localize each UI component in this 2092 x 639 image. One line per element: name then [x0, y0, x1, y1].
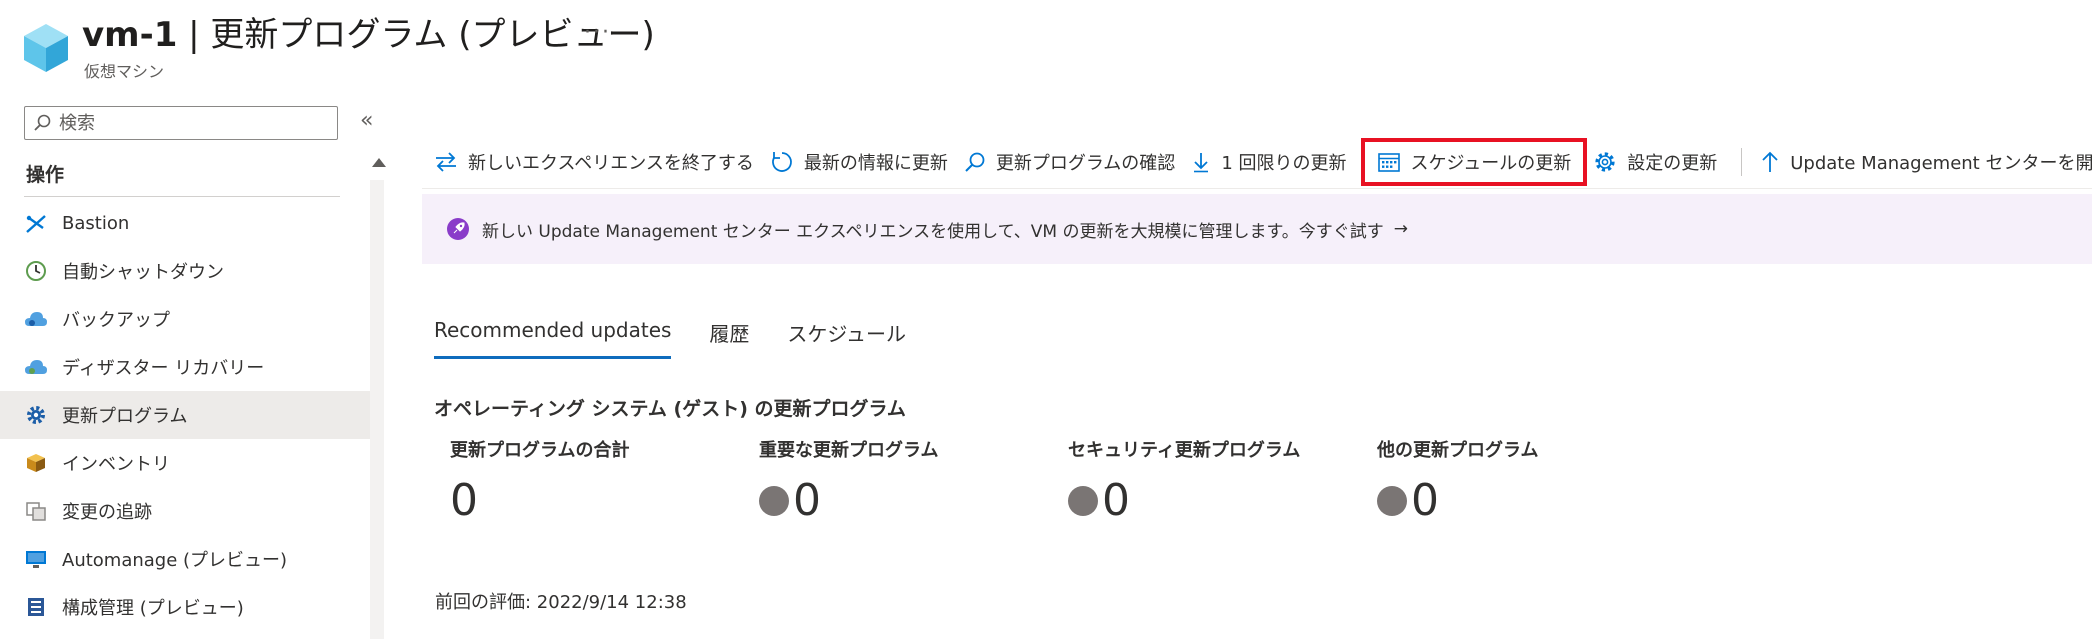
refresh-button[interactable]: 最新の情報に更新 [766, 142, 960, 182]
sidebar-item-label: 自動シャットダウン [62, 262, 224, 283]
one-time-update-button[interactable]: 1 回限りの更新 [1187, 142, 1358, 182]
status-dot-icon [1377, 486, 1407, 516]
metric-value-wrap: 0 [1377, 476, 1538, 526]
tab-schedule[interactable]: スケジュール [787, 318, 906, 359]
metric-total-updates: 更新プログラムの合計 0 [450, 436, 629, 526]
tab-history[interactable]: 履歴 [709, 318, 749, 359]
banner-arrow-icon[interactable]: → [1394, 219, 1408, 239]
last-evaluation-text: 前回の評価: 2022/9/14 12:38 [435, 592, 687, 613]
vm-cube-icon [22, 22, 70, 74]
sidebar-item-label: 更新プログラム [62, 406, 188, 427]
sidebar-item-inventory[interactable]: インベントリ [0, 439, 370, 487]
toolbar-divider-line [422, 188, 2092, 189]
metric-other-updates: 他の更新プログラム 0 [1377, 436, 1538, 526]
sidebar-item-bastion[interactable]: Bastion [0, 199, 370, 247]
metric-value-wrap: 0 [1068, 476, 1300, 526]
metric-value: 0 [1102, 475, 1130, 526]
info-banner: 新しい Update Management センター エクスペリエンスを使用して… [422, 194, 2092, 264]
check-updates-label: 更新プログラムの確認 [995, 153, 1176, 174]
clock-icon [24, 259, 48, 283]
schedule-update-button[interactable]: スケジュールの更新 [1360, 138, 1588, 186]
metric-value-wrap: 0 [759, 476, 938, 526]
bastion-icon [24, 211, 48, 235]
open-update-center-label: Update Management センターを開く [1790, 153, 2092, 174]
vm-name: vm-1 [82, 15, 178, 55]
check-updates-button[interactable]: 更新プログラムの確認 [960, 142, 1187, 182]
disaster-recovery-icon [24, 355, 48, 379]
metric-critical-updates: 重要な更新プログラム 0 [759, 436, 938, 526]
sidebar-item-backup[interactable]: バックアップ [0, 295, 370, 343]
sidebar-item-label: Bastion [62, 212, 130, 234]
banner-text-link[interactable]: 新しい Update Management センター エクスペリエンスを使用して… [482, 217, 1384, 242]
sidebar-search[interactable] [24, 106, 338, 140]
inventory-box-icon [24, 451, 48, 475]
exit-new-experience-button[interactable]: 新しいエクスペリエンスを終了する [430, 142, 766, 182]
status-dot-icon [1068, 486, 1098, 516]
metric-label: セキュリティ更新プログラム [1068, 440, 1301, 461]
sidebar-item-change-tracking[interactable]: 変更の追跡 [0, 487, 370, 535]
schedule-update-label: スケジュールの更新 [1410, 153, 1572, 174]
os-updates-title: オペレーティング システム (ゲスト) の更新プログラム [434, 398, 906, 420]
sidebar-item-disaster-recovery[interactable]: ディザスター リカバリー [0, 343, 370, 391]
switch-arrows-icon [436, 152, 456, 172]
status-dot-icon [759, 486, 789, 516]
sidebar-item-configuration[interactable]: 構成管理 (プレビュー) [0, 583, 370, 631]
metric-value: 0 [1411, 475, 1439, 526]
sidebar-item-auto-shutdown[interactable]: 自動シャットダウン [0, 247, 370, 295]
sidebar-item-label: 変更の追跡 [62, 502, 152, 523]
toolbar-divider [1741, 148, 1743, 176]
sidebar-item-label: 構成管理 (プレビュー) [62, 598, 244, 619]
configuration-list-icon [24, 595, 48, 619]
more-options-button[interactable]: ··· [584, 20, 611, 45]
gear-icon [1595, 152, 1615, 172]
resource-type-subtitle: 仮想マシン [84, 62, 165, 81]
sidebar-item-automanage[interactable]: Automanage (プレビュー) [0, 535, 370, 583]
metric-value: 0 [450, 475, 478, 526]
update-settings-button[interactable]: 設定の更新 [1589, 142, 1729, 182]
tab-recommended-updates[interactable]: Recommended updates [434, 318, 672, 359]
sidebar-section-title: 操作 [26, 164, 65, 186]
search-icon [34, 114, 51, 131]
sidebar-item-label: Automanage (プレビュー) [62, 550, 288, 571]
up-arrow-icon [1762, 151, 1778, 172]
update-settings-label: 設定の更新 [1627, 153, 1718, 174]
command-bar: 新しいエクスペリエンスを終了する 最新の情報に更新 更新プログラムの確認 1 回… [430, 138, 2092, 186]
sidebar-item-updates[interactable]: 更新プログラム [0, 391, 370, 439]
sidebar-item-label: インベントリ [62, 454, 170, 475]
sidebar-search-input[interactable] [57, 111, 331, 135]
page-title: vm-1 | 更新プログラム (プレビュー) [82, 12, 655, 58]
search-icon [965, 152, 985, 172]
sidebar-nav: Bastion 自動シャットダウン バックアップ ディザスター リカバリー 更新… [0, 199, 370, 631]
metric-label: 重要な更新プログラム [759, 440, 939, 461]
automanage-monitor-icon [24, 547, 48, 571]
download-arrow-icon [1194, 153, 1209, 173]
tab-list: Recommended updates 履歴 スケジュール [434, 318, 944, 359]
refresh-label: 最新の情報に更新 [803, 153, 948, 174]
calendar-icon [1377, 153, 1400, 172]
metric-value-wrap: 0 [450, 476, 629, 526]
scroll-up-arrow-icon[interactable] [372, 158, 386, 167]
backup-cloud-icon [24, 307, 48, 331]
sidebar-scrollbar[interactable] [370, 180, 384, 639]
collapse-sidebar-button[interactable]: « [360, 108, 373, 133]
gear-icon [24, 403, 48, 427]
refresh-icon [771, 152, 792, 172]
metric-label: 更新プログラムの合計 [450, 440, 630, 461]
metric-label: 他の更新プログラム [1377, 440, 1539, 461]
open-update-center-button[interactable]: Update Management センターを開く [1756, 142, 2092, 182]
rocket-icon [447, 218, 469, 240]
one-time-update-label: 1 回限りの更新 [1221, 153, 1347, 174]
section-divider [24, 196, 340, 197]
change-tracking-icon [24, 499, 48, 523]
metric-value: 0 [793, 475, 821, 526]
sidebar-item-label: バックアップ [62, 310, 170, 331]
sidebar-item-label: ディザスター リカバリー [62, 358, 265, 379]
exit-new-experience-label: 新しいエクスペリエンスを終了する [468, 153, 754, 174]
metric-security-updates: セキュリティ更新プログラム 0 [1068, 436, 1300, 526]
